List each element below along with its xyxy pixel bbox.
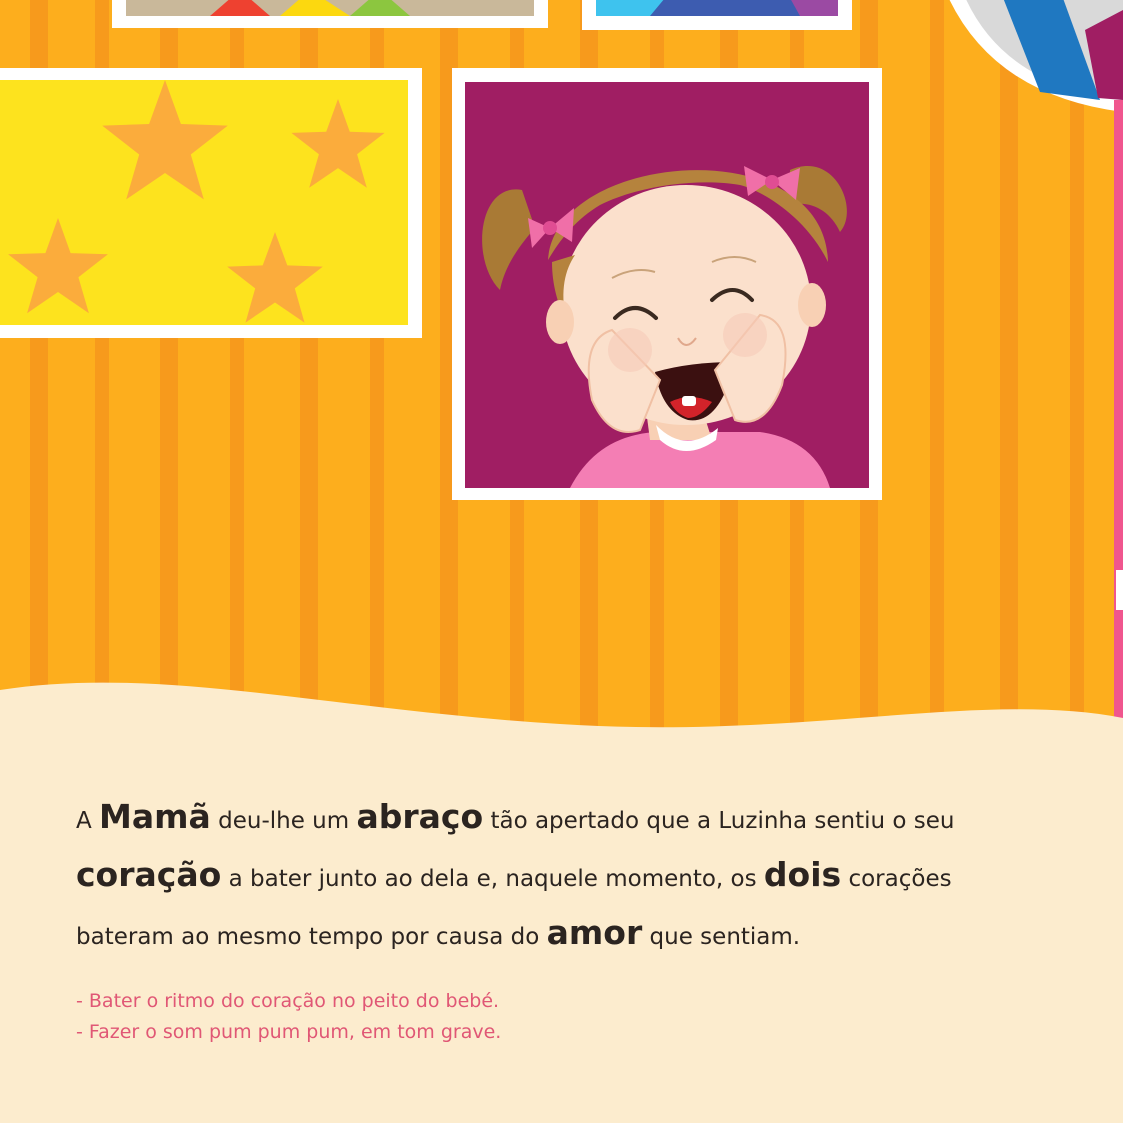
star-picture-frame [0,68,422,338]
story-text-segment: tão apertado que a Luzinha sentiu o seu [483,808,955,834]
story-text-segment: deu-lhe um [210,808,357,834]
story-text-segment: que sentiam. [642,924,801,950]
curtain-edge [1114,100,1123,730]
activity-notes: - Bater o ritmo do coração no peito do b… [76,986,501,1048]
activity-note: - Bater o ritmo do coração no peito do b… [76,990,500,1012]
story-text-segment: a bater junto ao dela e, naquele momento… [221,866,764,892]
story-text: A Mamã deu-lhe um abraço tão apertado qu… [76,790,1066,964]
emphasis-word-coracao: coração [76,855,222,894]
emphasis-word-mama: Mamã [99,797,211,836]
storybook-page: A Mamã deu-lhe um abraço tão apertado qu… [0,0,1123,1123]
girl-photo-frame [452,68,882,500]
emphasis-word-abraco: abraço [356,797,484,836]
top-right-picture-frame [582,0,852,30]
activity-note: - Fazer o som pum pum pum, em tom grave. [76,1021,502,1043]
emphasis-word-dois: dois [763,855,842,894]
emphasis-word-amor: amor [546,913,643,952]
story-line-3: bateram ao mesmo tempo por causa do amor… [76,906,1066,964]
story-text-segment: A [76,808,100,834]
top-left-picture-frame [112,0,548,28]
story-text-segment: corações [841,866,952,892]
story-text-segment: bateram ao mesmo tempo por causa do [76,924,547,950]
story-line-2: coração a bater junto ao dela e, naquele… [76,848,1066,906]
story-line-1: A Mamã deu-lhe um abraço tão apertado qu… [76,790,1066,848]
